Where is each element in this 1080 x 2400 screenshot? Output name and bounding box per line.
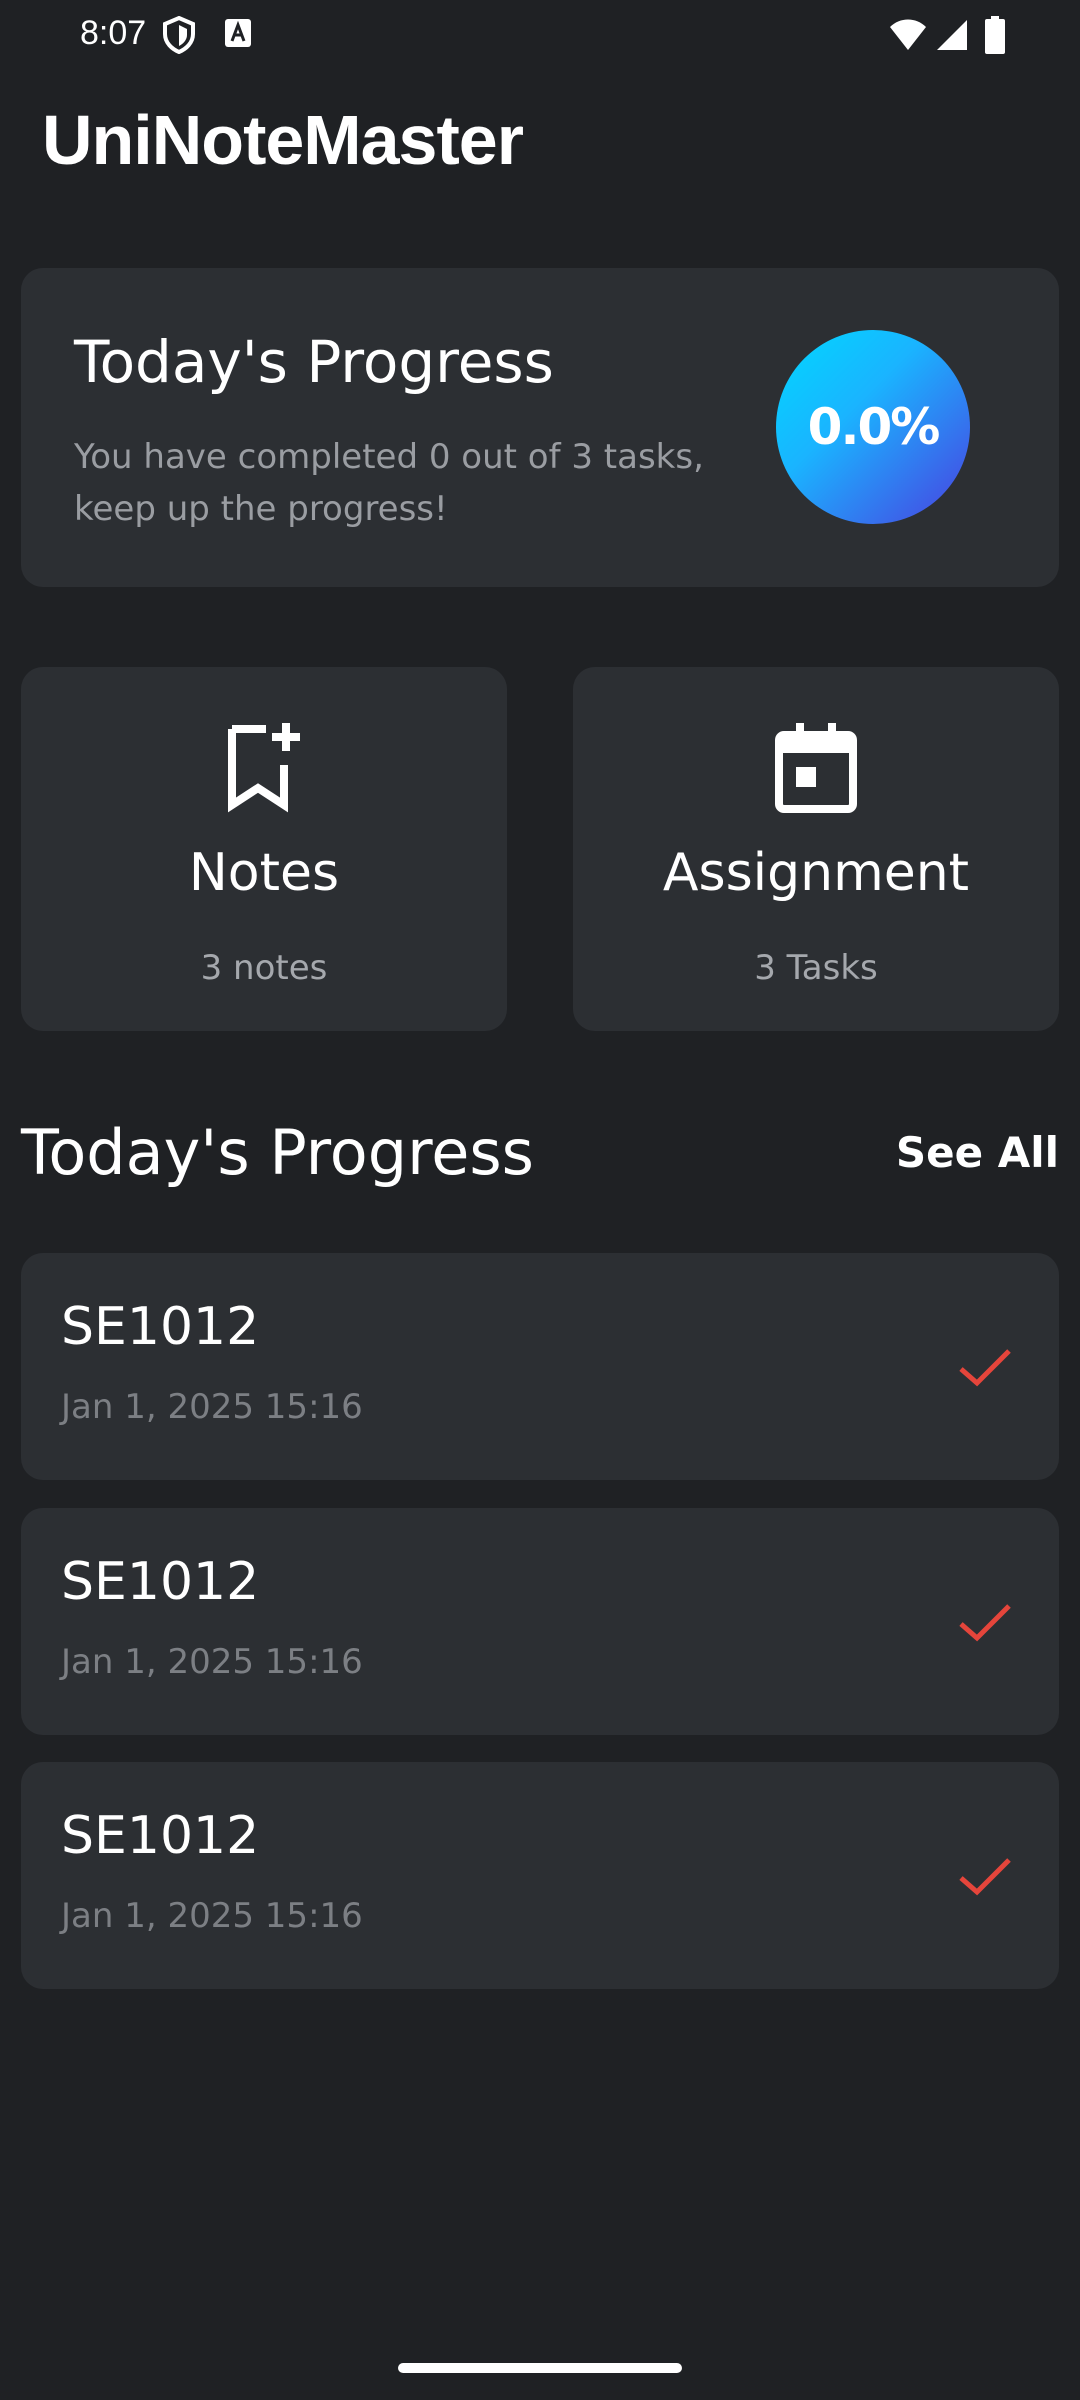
see-all-button[interactable]: See All	[896, 1128, 1059, 1177]
progress-title: Today's Progress	[74, 328, 554, 396]
task-item[interactable]: SE1012 Jan 1, 2025 15:16	[21, 1253, 1059, 1480]
progress-percent-badge: 0.0%	[776, 330, 970, 524]
check-icon[interactable]	[955, 1846, 1015, 1906]
assignment-label: Assignment	[662, 843, 970, 903]
status-time: 8:07	[80, 14, 147, 52]
assignment-count: 3 Tasks	[754, 948, 878, 988]
assignment-tile[interactable]: Assignment 3 Tasks	[573, 667, 1059, 1031]
calendar-icon	[766, 717, 866, 817]
notes-tile[interactable]: Notes 3 notes	[21, 667, 507, 1031]
progress-description: You have completed 0 out of 3 tasks, kee…	[74, 437, 704, 529]
font-a-icon	[224, 16, 252, 54]
wifi-icon	[889, 18, 927, 56]
notes-count: 3 notes	[200, 948, 328, 988]
task-date: Jan 1, 2025 15:16	[61, 1387, 363, 1427]
app-title: UniNoteMaster	[42, 101, 524, 179]
check-icon[interactable]	[955, 1337, 1015, 1397]
task-item[interactable]: SE1012 Jan 1, 2025 15:16	[21, 1762, 1059, 1989]
task-date: Jan 1, 2025 15:16	[61, 1642, 363, 1682]
bookmark-add-icon	[214, 717, 314, 817]
notes-label: Notes	[188, 843, 340, 903]
signal-icon	[935, 18, 969, 56]
task-item[interactable]: SE1012 Jan 1, 2025 15:16	[21, 1508, 1059, 1735]
shield-icon	[162, 15, 196, 58]
status-bar: 8:07	[0, 0, 1080, 72]
battery-icon	[985, 16, 1005, 58]
progress-percent-label: 0.0%	[807, 398, 941, 456]
progress-card: Today's Progress You have completed 0 ou…	[21, 268, 1059, 587]
section-title: Today's Progress	[21, 1116, 534, 1189]
home-indicator[interactable]	[398, 2363, 682, 2373]
task-title: SE1012	[61, 1297, 260, 1357]
task-date: Jan 1, 2025 15:16	[61, 1896, 363, 1936]
task-title: SE1012	[61, 1806, 260, 1866]
task-title: SE1012	[61, 1552, 260, 1612]
check-icon[interactable]	[955, 1592, 1015, 1652]
